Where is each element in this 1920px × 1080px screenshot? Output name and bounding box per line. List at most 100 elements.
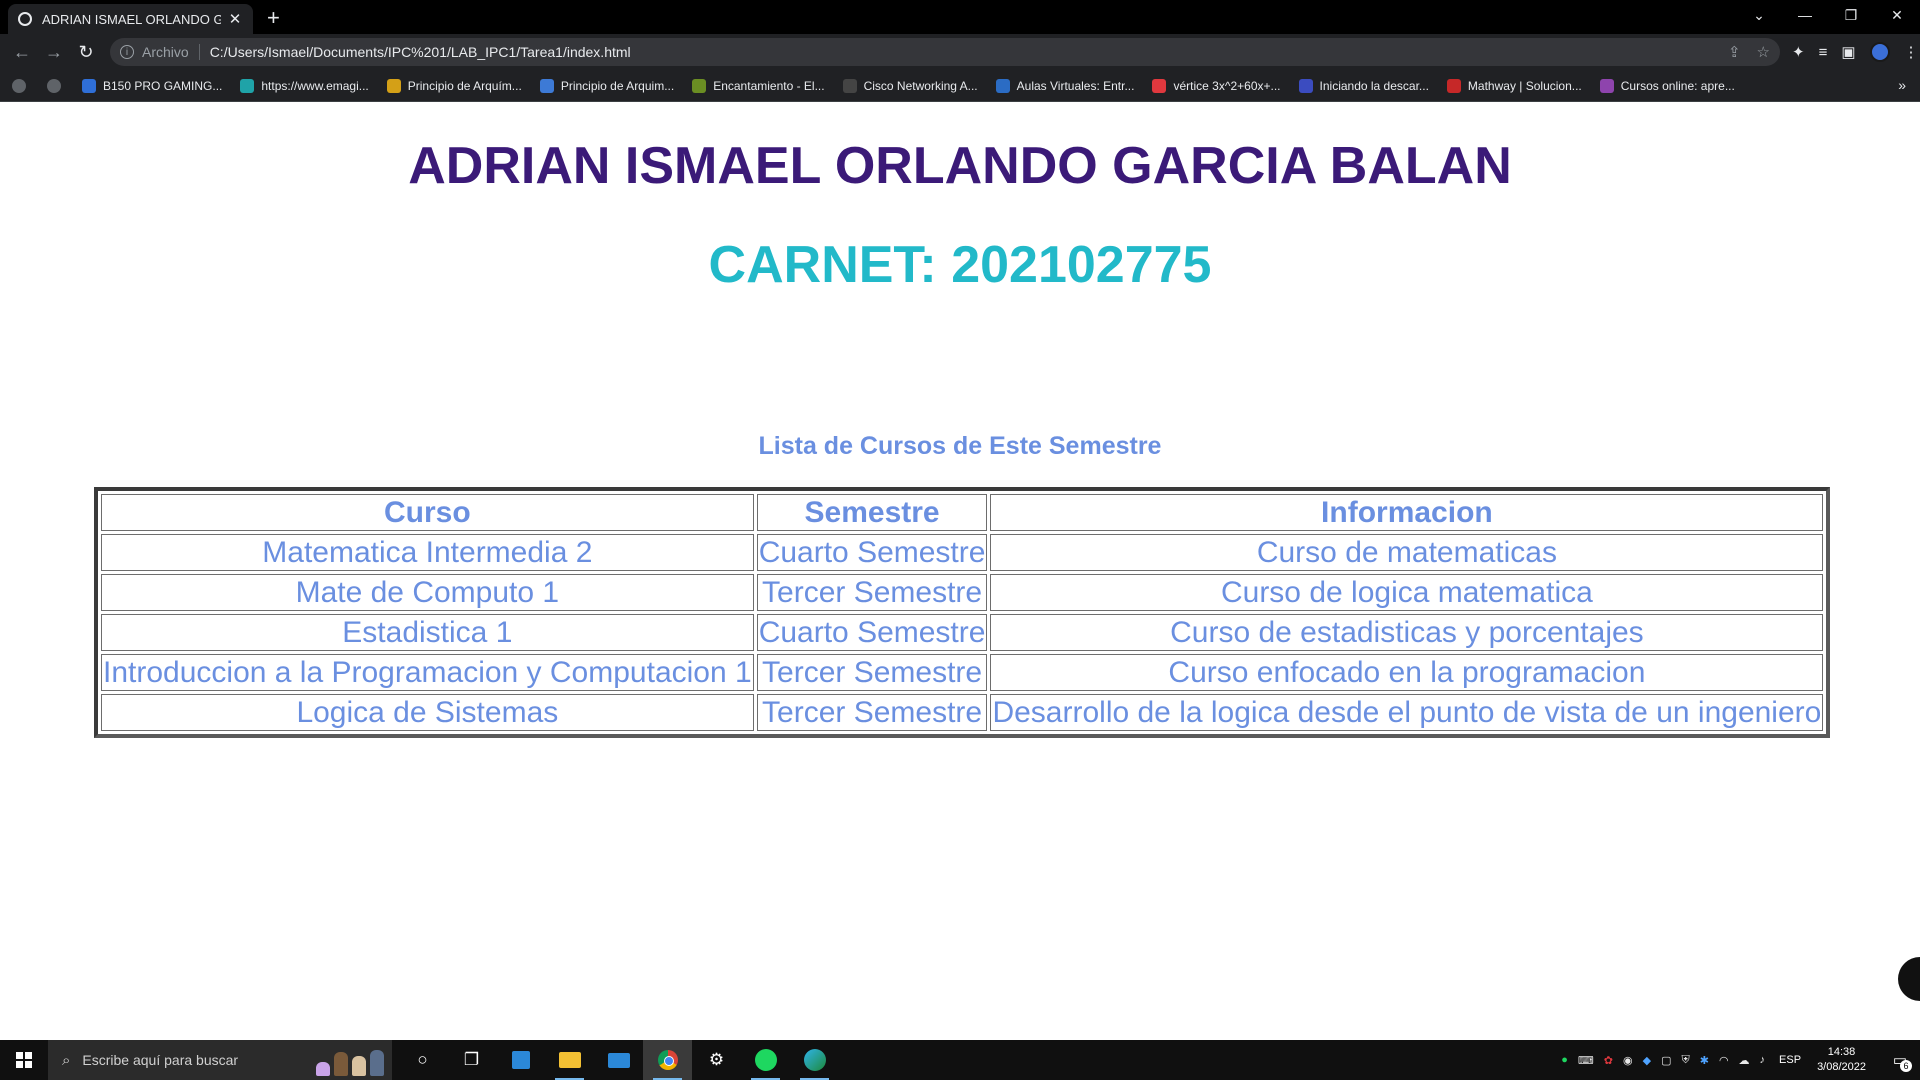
steam-tray-icon[interactable]: ◉ bbox=[1623, 1054, 1633, 1067]
bookmark-item[interactable]: https://www.emagi... bbox=[240, 78, 369, 93]
bookmark-item[interactable]: Cursos online: apre... bbox=[1599, 78, 1735, 93]
cortana-icon[interactable]: ○ bbox=[398, 1040, 447, 1080]
emagister-icon bbox=[240, 78, 255, 93]
scheme-label: Archivo bbox=[142, 44, 189, 60]
close-window-button[interactable]: ✕ bbox=[1874, 0, 1920, 30]
tab-search-icon[interactable]: ⌄ bbox=[1736, 0, 1782, 30]
bookmark-item[interactable]: B150 PRO GAMING... bbox=[82, 78, 222, 93]
bookmarks-overflow-icon[interactable]: » bbox=[1898, 77, 1906, 93]
url-text[interactable]: C:/Users/Ismael/Documents/IPC%201/LAB_IP… bbox=[210, 44, 1712, 60]
minimize-button[interactable]: — bbox=[1782, 0, 1828, 30]
cell-curso: Mate de Computo 1 bbox=[101, 574, 754, 611]
table-row: Logica de Sistemas Tercer Semestre Desar… bbox=[101, 694, 1824, 731]
game-tray-icon[interactable]: ✿ bbox=[1604, 1054, 1613, 1067]
phi-icon bbox=[539, 78, 554, 93]
omnibox-divider bbox=[198, 44, 200, 60]
mathway-icon bbox=[1446, 78, 1461, 93]
bluetooth-icon[interactable]: ✱ bbox=[1700, 1054, 1709, 1067]
bookmark-item[interactable]: Principio de Arquim... bbox=[539, 78, 674, 93]
student-name-heading: ADRIAN ISMAEL ORLANDO GARCIA BALAN bbox=[408, 137, 1512, 195]
carnet-heading: CARNET: 202102775 bbox=[708, 236, 1212, 294]
profile-avatar[interactable] bbox=[1869, 42, 1890, 62]
bookmark-item[interactable]: vértice 3x^2+60x+... bbox=[1152, 78, 1281, 93]
person-icon bbox=[995, 78, 1010, 93]
symbolab-icon bbox=[1152, 78, 1167, 93]
search-icon: ⌕ bbox=[62, 1051, 71, 1069]
cisco-icon bbox=[842, 78, 857, 93]
new-tab-button[interactable]: + bbox=[267, 4, 280, 34]
bookmark-item[interactable]: Principio de Arquím... bbox=[386, 78, 522, 93]
taskbar-search-box[interactable]: ⌕ Escribe aquí para buscar bbox=[48, 1040, 392, 1080]
share-icon[interactable]: ⇪ bbox=[1728, 43, 1741, 61]
wifi-icon[interactable]: ◠ bbox=[1719, 1054, 1729, 1067]
restore-button[interactable]: ❐ bbox=[1828, 0, 1874, 30]
pinned-apps: ○ ❐ ⚙ bbox=[398, 1040, 839, 1080]
table-row: Introduccion a la Programacion y Computa… bbox=[101, 654, 1824, 691]
browser-tab[interactable]: ADRIAN ISMAEL ORLANDO GAR ✕ bbox=[8, 4, 253, 34]
extensions-icon[interactable]: ✦ bbox=[1792, 43, 1805, 61]
udemy-icon bbox=[1599, 78, 1614, 93]
cell-semestre: Cuarto Semestre bbox=[756, 614, 988, 651]
forward-arrow-icon[interactable]: → bbox=[38, 36, 70, 68]
tab-close-icon[interactable]: ✕ bbox=[227, 10, 243, 28]
web-page: ADRIAN ISMAEL ORLANDO GARCIA BALAN CARNE… bbox=[0, 102, 1920, 1040]
mail-app-icon[interactable] bbox=[594, 1040, 643, 1080]
clock[interactable]: 14:38 3/08/2022 bbox=[1817, 1045, 1866, 1075]
bookmark-item[interactable]: Cisco Networking A... bbox=[842, 78, 978, 93]
input-method-icon[interactable]: ⌨ bbox=[1578, 1054, 1594, 1067]
notification-center-icon[interactable]: ▭ 6 bbox=[1880, 1040, 1920, 1080]
menu-kebab-icon[interactable]: ⋮ bbox=[1904, 43, 1919, 61]
bookmark-label: Cursos online: apre... bbox=[1620, 78, 1735, 93]
cell-curso: Estadistica 1 bbox=[101, 614, 754, 651]
floating-side-button[interactable] bbox=[1898, 957, 1920, 1001]
bookmark-label: Principio de Arquím... bbox=[407, 78, 522, 93]
reload-icon[interactable]: ↻ bbox=[70, 36, 102, 68]
bookmark-label: Cisco Networking A... bbox=[863, 78, 978, 93]
chrome-app-icon[interactable] bbox=[643, 1040, 692, 1080]
tab-title: ADRIAN ISMAEL ORLANDO GAR bbox=[42, 11, 221, 27]
bookmark-star-icon[interactable]: ☆ bbox=[1757, 43, 1770, 61]
bookmark-item[interactable]: Mathway | Solucion... bbox=[1446, 78, 1582, 93]
cell-informacion: Curso enfocado en la programacion bbox=[990, 654, 1824, 691]
info-icon[interactable]: i bbox=[120, 45, 134, 59]
bookmark-label: Iniciando la descar... bbox=[1319, 78, 1429, 93]
courses-table: Curso Semestre Informacion Matematica In… bbox=[94, 487, 1831, 738]
address-bar[interactable]: i Archivo C:/Users/Ismael/Documents/IPC%… bbox=[110, 38, 1780, 66]
side-panel-icon[interactable]: ▣ bbox=[1841, 43, 1855, 61]
table-row: Mate de Computo 1 Tercer Semestre Curso … bbox=[101, 574, 1824, 611]
cell-semestre: Tercer Semestre bbox=[756, 574, 988, 611]
spotify-tray-icon[interactable]: ● bbox=[1561, 1054, 1568, 1066]
vpn-tray-icon[interactable]: ◆ bbox=[1643, 1054, 1651, 1067]
bookmarks-bar: B150 PRO GAMING... https://www.emagi... Pr… bbox=[0, 70, 1920, 102]
start-button[interactable] bbox=[0, 1040, 48, 1080]
grey-circle-icon bbox=[12, 78, 26, 93]
globe-icon bbox=[18, 12, 32, 26]
bulb-icon bbox=[386, 78, 401, 93]
language-indicator[interactable]: ESP bbox=[1779, 1054, 1801, 1066]
cell-curso: Matematica Intermedia 2 bbox=[101, 534, 754, 571]
bookmark-item[interactable]: Encantamiento - El... bbox=[692, 78, 825, 93]
volume-icon[interactable]: ♪ bbox=[1760, 1054, 1766, 1066]
device-tray-icon[interactable]: ▢ bbox=[1661, 1054, 1671, 1067]
edge-app-icon[interactable] bbox=[790, 1040, 839, 1080]
cell-informacion: Curso de logica matematica bbox=[990, 574, 1824, 611]
spotify-app-icon[interactable] bbox=[741, 1040, 790, 1080]
security-shield-icon[interactable]: ⛨ bbox=[1681, 1054, 1689, 1067]
bookmark-item[interactable] bbox=[12, 78, 33, 93]
bookmark-item[interactable]: Iniciando la descar... bbox=[1298, 78, 1429, 93]
column-header-curso: Curso bbox=[101, 494, 754, 531]
cloud-icon[interactable]: ☁ bbox=[1739, 1054, 1750, 1067]
back-arrow-icon[interactable]: ← bbox=[6, 36, 38, 68]
store-app-icon[interactable] bbox=[496, 1040, 545, 1080]
table-header-row: Curso Semestre Informacion bbox=[101, 494, 1824, 531]
task-view-icon[interactable]: ❐ bbox=[447, 1040, 496, 1080]
file-explorer-icon[interactable] bbox=[545, 1040, 594, 1080]
bookmark-item[interactable] bbox=[47, 78, 68, 93]
cell-curso: Logica de Sistemas bbox=[101, 694, 754, 731]
media-queue-icon[interactable]: ≡ bbox=[1819, 44, 1828, 61]
search-placeholder: Escribe aquí para buscar bbox=[82, 1052, 239, 1068]
bookmark-item[interactable]: Aulas Virtuales: Entr... bbox=[995, 78, 1134, 93]
download-icon bbox=[1298, 78, 1313, 93]
settings-gear-icon[interactable]: ⚙ bbox=[692, 1040, 741, 1080]
cell-informacion: Desarrollo de la logica desde el punto d… bbox=[990, 694, 1824, 731]
